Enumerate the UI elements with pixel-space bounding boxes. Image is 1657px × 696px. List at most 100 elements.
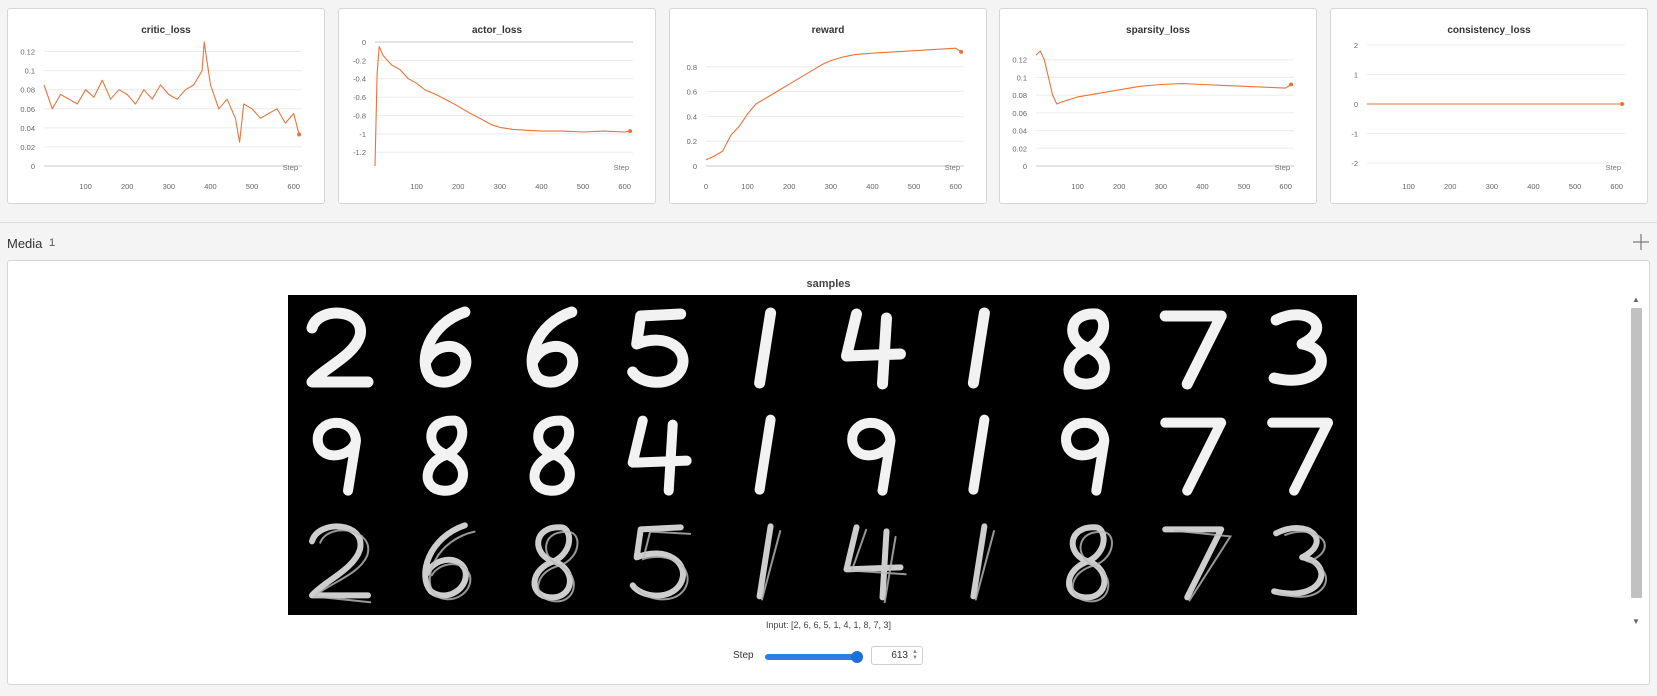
digit-stroke <box>841 308 906 390</box>
series-line <box>705 47 962 161</box>
samples-caption: Input: [2, 6, 6, 5, 1, 4, 1, 8, 7, 3] <box>765 620 892 630</box>
series-end-point <box>959 49 964 54</box>
x-tick-label: 400 <box>535 182 548 191</box>
digit-7-r2 <box>1267 417 1334 496</box>
digit-stroke <box>627 308 689 388</box>
x-tick-label: 100 <box>410 182 423 191</box>
digit-1-r1 <box>967 307 990 389</box>
x-tick-label: 200 <box>1444 182 1457 191</box>
x-tick-label: 100 <box>1402 182 1415 191</box>
y-tick-label: 0.04 <box>1012 127 1027 136</box>
chart-actor-loss: actor_loss 0 -0.2 -0.4 -0.6 -0.8 -1 -1.2 100 200 3… <box>353 25 633 191</box>
step-control: Step ▲▼ <box>8 646 1649 666</box>
x-tick-label: 100 <box>79 182 92 191</box>
x-tick-label: 500 <box>1569 182 1582 191</box>
digit-stroke <box>967 307 990 389</box>
y-tick-label: 0.02 <box>20 143 35 152</box>
x-tick-label: 300 <box>163 182 176 191</box>
x-tick-label: 200 <box>121 182 134 191</box>
add-panel-button[interactable] <box>1629 230 1653 254</box>
digit-1-r1 <box>754 307 777 389</box>
digit-stroke <box>312 417 361 496</box>
x-tick-label: 500 <box>908 182 921 191</box>
x-tick-label: 300 <box>1486 182 1499 191</box>
chart-consistency-loss: consistency_loss 2 1 0 -1 -2 100 200 300 400 500 60… <box>1351 25 1625 191</box>
y-tick-label: 0.8 <box>687 63 697 72</box>
digit-stroke <box>1160 417 1227 496</box>
x-tick-label: 300 <box>825 182 838 191</box>
chart-title: sparsity_loss <box>1126 25 1190 36</box>
y-tick-label: 0 <box>693 162 697 171</box>
digit-3-r3 <box>1271 525 1327 598</box>
y-tick-label: -1 <box>1351 130 1358 139</box>
chart-title: reward <box>812 25 845 36</box>
x-tick-label: 600 <box>1279 182 1292 191</box>
y-tick-label: 0 <box>31 162 35 171</box>
x-tick-label: 400 <box>204 182 217 191</box>
digit-stroke <box>526 306 579 388</box>
digit-stroke <box>529 415 575 496</box>
y-tick-label: 0.1 <box>1017 73 1027 82</box>
x-tick-label: 200 <box>783 182 796 191</box>
digit-grid <box>306 306 1334 604</box>
series-end-point <box>628 129 633 134</box>
series-end-point <box>1289 82 1294 87</box>
digit-8-r3 <box>531 524 579 603</box>
y-tick-label: -0.8 <box>353 111 366 120</box>
x-tick-label: 400 <box>866 182 879 191</box>
y-tick-label: 0 <box>362 38 366 47</box>
digit-stroke <box>422 415 468 496</box>
stepper-arrows-icon[interactable]: ▲ ▼ <box>912 649 918 661</box>
y-tick-label: -0.4 <box>353 75 366 84</box>
x-axis-label: Step <box>1606 163 1621 172</box>
samples-image <box>288 295 1357 615</box>
media-section-header: Media 1 <box>0 226 1657 260</box>
digit-1-r3 <box>970 523 996 601</box>
scroll-thumb[interactable] <box>1631 308 1642 598</box>
x-tick-label: 100 <box>741 182 754 191</box>
y-tick-label: 0.06 <box>1012 109 1027 118</box>
digit-stroke <box>309 523 371 599</box>
scroll-up-icon[interactable]: ▲ <box>1631 295 1641 305</box>
y-tick-label: 0.02 <box>1012 144 1027 153</box>
digit-6-r1 <box>419 306 472 388</box>
y-tick-label: 1 <box>1354 70 1358 79</box>
x-tick-label: 400 <box>1196 182 1209 191</box>
chart-title: actor_loss <box>472 25 522 36</box>
media-section-title[interactable]: Media <box>7 236 42 251</box>
digit-6-r1 <box>526 306 579 388</box>
y-tick-label: -0.2 <box>353 56 366 65</box>
chart-reward: reward 0 0.2 0.4 0.6 0.8 0 100 200 300 400 500 600 St… <box>687 25 964 191</box>
x-tick-label: 600 <box>1610 182 1623 191</box>
x-tick-label: 500 <box>577 182 590 191</box>
digit-stroke <box>1271 525 1325 597</box>
x-tick-label: 100 <box>1071 182 1084 191</box>
series-end-point <box>1620 102 1625 106</box>
digit-8-r2 <box>529 415 575 496</box>
y-tick-label: 0.08 <box>20 86 35 95</box>
digit-stroke <box>419 306 472 388</box>
plus-icon <box>1633 234 1649 250</box>
step-slider-thumb[interactable] <box>851 651 863 663</box>
media-scrollbar[interactable]: ▲ ▼ <box>1629 295 1643 629</box>
x-tick-label: 400 <box>1527 182 1540 191</box>
chart-panel-critic-loss: critic_loss 0 0.02 0.04 0.06 0.08 0.1 0.12 100 20… <box>7 8 325 204</box>
y-tick-label: 0.06 <box>20 105 35 114</box>
digit-3-r1 <box>1268 309 1327 386</box>
y-tick-label: 0.12 <box>20 48 35 57</box>
y-tick-label: 0.6 <box>687 88 697 97</box>
x-tick-label: 200 <box>452 182 465 191</box>
digit-stroke <box>1061 417 1110 496</box>
media-panel: samples Input: [2, 6, 6, 5, 1, 4, 1, 8, … <box>7 260 1650 685</box>
chart-title: critic_loss <box>141 25 191 36</box>
y-tick-label: 0.04 <box>20 124 35 133</box>
digit-2-r3 <box>309 523 372 604</box>
digit-8-r2 <box>422 415 468 496</box>
step-slider[interactable] <box>765 654 857 660</box>
x-tick-label: 600 <box>949 182 962 191</box>
digit-1-r2 <box>754 414 776 495</box>
digit-stroke <box>306 307 374 388</box>
digit-stroke <box>754 414 776 495</box>
digit-5-r1 <box>627 308 689 388</box>
scroll-down-icon[interactable]: ▼ <box>1631 617 1641 627</box>
